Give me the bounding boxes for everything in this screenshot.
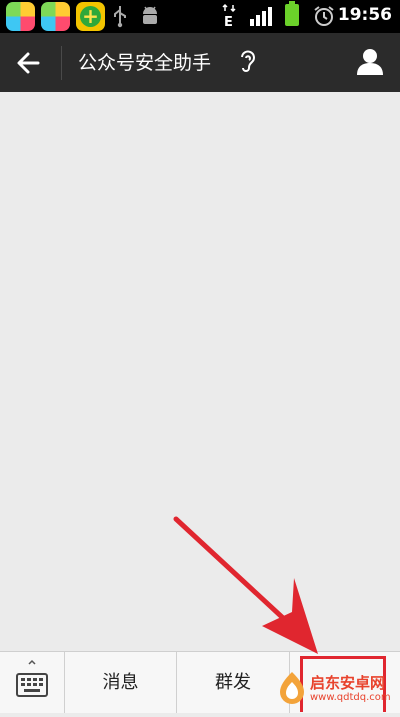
watermark-url: www.qdtdq.com [310,692,391,703]
watermark-name: 启东安卓网 [310,674,386,692]
annotation-arrow [173,516,318,654]
site-watermark: 启东安卓网 www.qdtdq.com [272,664,400,712]
watermark-logo-icon [280,672,304,704]
